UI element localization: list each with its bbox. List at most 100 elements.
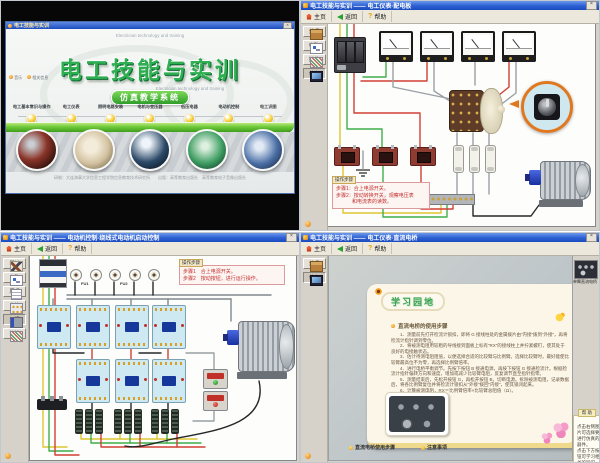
sidebar: 外观 仿真 <box>301 255 328 462</box>
title-bar: 电工技能与实训 —— 电动机控制·绕线式电动机启动控制 × <box>1 233 299 242</box>
menu-item-lv-apparatus[interactable]: 低压电器 <box>170 104 209 124</box>
main-menu-window: 电工技能与实训 × Electrician technology and tra… <box>6 22 294 193</box>
status-ball-icon[interactable] <box>5 453 11 459</box>
link-usage-steps[interactable]: 直流电桥使用步骤 <box>349 444 395 451</box>
sidebar-item-wiring[interactable]: 接线 <box>303 54 326 65</box>
circuit-breaker[interactable] <box>39 259 67 288</box>
back-arrow-icon <box>337 14 343 20</box>
contactor[interactable] <box>115 305 149 349</box>
fuse <box>109 269 121 281</box>
toolbar: 主页 返回 ?帮助 <box>1 242 299 256</box>
contactor[interactable] <box>76 359 110 403</box>
back-button[interactable]: 返回 <box>332 243 363 254</box>
app-icon <box>3 235 8 240</box>
help-button[interactable]: ?帮助 <box>363 243 392 254</box>
flower-decor <box>541 432 552 443</box>
contactor[interactable] <box>152 305 186 349</box>
help-button[interactable]: ?帮助 <box>363 11 392 22</box>
help-note-box: 点击右侧图片可选择要进行仿真的器件。 点击下方按钮可学习相关的知识。 <box>573 415 599 462</box>
flower-icon <box>375 288 382 295</box>
menu-item-motors-transformers[interactable]: 电机与变压器 <box>130 104 169 124</box>
window-title: 电工技能与实训 —— 电工仪表·直流电桥 <box>310 233 584 242</box>
back-button[interactable]: 返回 <box>332 11 363 22</box>
menu-item-basics[interactable]: 电工基本常识与操作 <box>12 104 51 124</box>
motor-icon <box>10 317 23 328</box>
starting-resistor <box>134 409 142 434</box>
section-heading: 直流电桥的使用步骤 <box>398 322 448 330</box>
starting-resistor <box>171 409 179 434</box>
step-line: 步骤2 按动按钮，进行运行操作。 <box>183 276 281 283</box>
circuit-icon <box>310 43 323 54</box>
subtitle-badge: 仿真教学系统 <box>111 90 189 105</box>
starting-resistor <box>124 409 132 434</box>
fuse <box>70 269 82 281</box>
analog-meter <box>502 31 536 62</box>
menu-item-motor-control[interactable]: 电动机控制 <box>209 104 248 124</box>
window-title: 电工技能与实训 <box>14 22 281 29</box>
sidebar-item-panel-box[interactable]: 电箱 <box>3 300 26 311</box>
meter-photo <box>73 129 115 171</box>
sidebar-item-equipment[interactable]: 器材 <box>3 258 26 269</box>
motor <box>529 161 591 207</box>
back-arrow-icon <box>37 246 43 252</box>
close-icon[interactable]: × <box>283 22 292 29</box>
app-icon <box>303 3 308 8</box>
magnifier-callout <box>521 81 573 133</box>
tools-photo <box>16 129 58 171</box>
help-button[interactable]: ?帮助 <box>63 243 92 254</box>
sidebar-item-circuit[interactable]: 电路 <box>303 40 326 51</box>
terminal-strip <box>429 194 475 205</box>
toolbar: 主页 返回 ?帮助 <box>301 242 599 256</box>
home-button[interactable]: 主页 <box>301 243 332 254</box>
sidebar-item-appearance[interactable]: 外观 <box>303 26 326 37</box>
step-line: 和电流表的读数。 <box>336 199 426 206</box>
starting-resistor <box>75 409 83 434</box>
back-button[interactable]: 返回 <box>32 243 63 254</box>
home-button[interactable]: 主页 <box>301 11 332 22</box>
status-ball-icon[interactable] <box>305 453 311 459</box>
sidebar-item-run[interactable]: 运行 <box>3 314 26 325</box>
pushbutton-station[interactable] <box>203 391 228 411</box>
learning-card: 学习园地 直流电桥的使用步骤 1．测量前先打开检流计锁扣，即将 G 接线柱处的金… <box>367 284 573 448</box>
menu-item-schematics[interactable]: 电工识图 <box>249 104 288 124</box>
contactor[interactable] <box>37 305 71 349</box>
components-photo <box>242 129 284 171</box>
photo-gallery <box>16 129 284 171</box>
sidebar-item-principle[interactable]: 原理 <box>3 286 26 297</box>
sidebar-item-simulation[interactable]: 仿真 <box>303 68 326 79</box>
pushbutton-station[interactable] <box>203 369 228 389</box>
menu-item-lighting[interactable]: 照明电路安装 <box>91 104 130 124</box>
sidebar-item-wiring[interactable]: 接线 <box>3 328 26 339</box>
sidebar: 外观 电路 接线 仿真 <box>301 23 328 230</box>
contactor[interactable] <box>76 305 110 349</box>
starting-resistor <box>95 409 103 434</box>
rotary-cam-switch[interactable] <box>449 87 503 133</box>
home-button[interactable]: 主页 <box>1 243 32 254</box>
analog-meter <box>379 31 413 62</box>
sidebar-item-appearance[interactable]: 外观 <box>303 258 326 269</box>
link-precautions[interactable]: 注意事项 <box>421 444 447 451</box>
panel-motor-control-simulation: 电工技能与实训 —— 电动机控制·绕线式电动机启动控制 × 主页 返回 ?帮助 … <box>1 233 299 462</box>
panel-main-menu: 电工技能与实训 × Electrician technology and tra… <box>1 1 299 230</box>
fuse <box>129 269 141 281</box>
wound-rotor-motor <box>227 321 295 379</box>
terminals-icon <box>10 303 23 314</box>
close-icon[interactable]: × <box>286 233 297 242</box>
fuse <box>469 145 480 173</box>
sidebar-item-simulation[interactable]: 仿真 <box>303 272 326 283</box>
close-icon[interactable]: × <box>586 1 597 10</box>
thumbnail-label: 单臂直流电桥 <box>573 279 597 285</box>
question-icon: ? <box>368 245 372 252</box>
status-ball-icon[interactable] <box>305 221 311 227</box>
menu-item-instruments[interactable]: 电工仪表 <box>51 104 90 124</box>
sidebar-item-circuit[interactable]: 电路 <box>3 272 26 283</box>
device-photo <box>129 129 171 171</box>
close-icon[interactable]: × <box>586 233 597 242</box>
contactor[interactable] <box>115 359 149 403</box>
tool-icon <box>10 261 23 272</box>
bridge-thumbnail[interactable] <box>574 260 598 279</box>
circuit-breaker[interactable] <box>334 37 366 73</box>
contactor[interactable] <box>152 359 186 403</box>
bullet-icon <box>421 446 425 450</box>
window-title: 电工技能与实训 —— 电动机控制·绕线式电动机启动控制 <box>10 233 284 242</box>
